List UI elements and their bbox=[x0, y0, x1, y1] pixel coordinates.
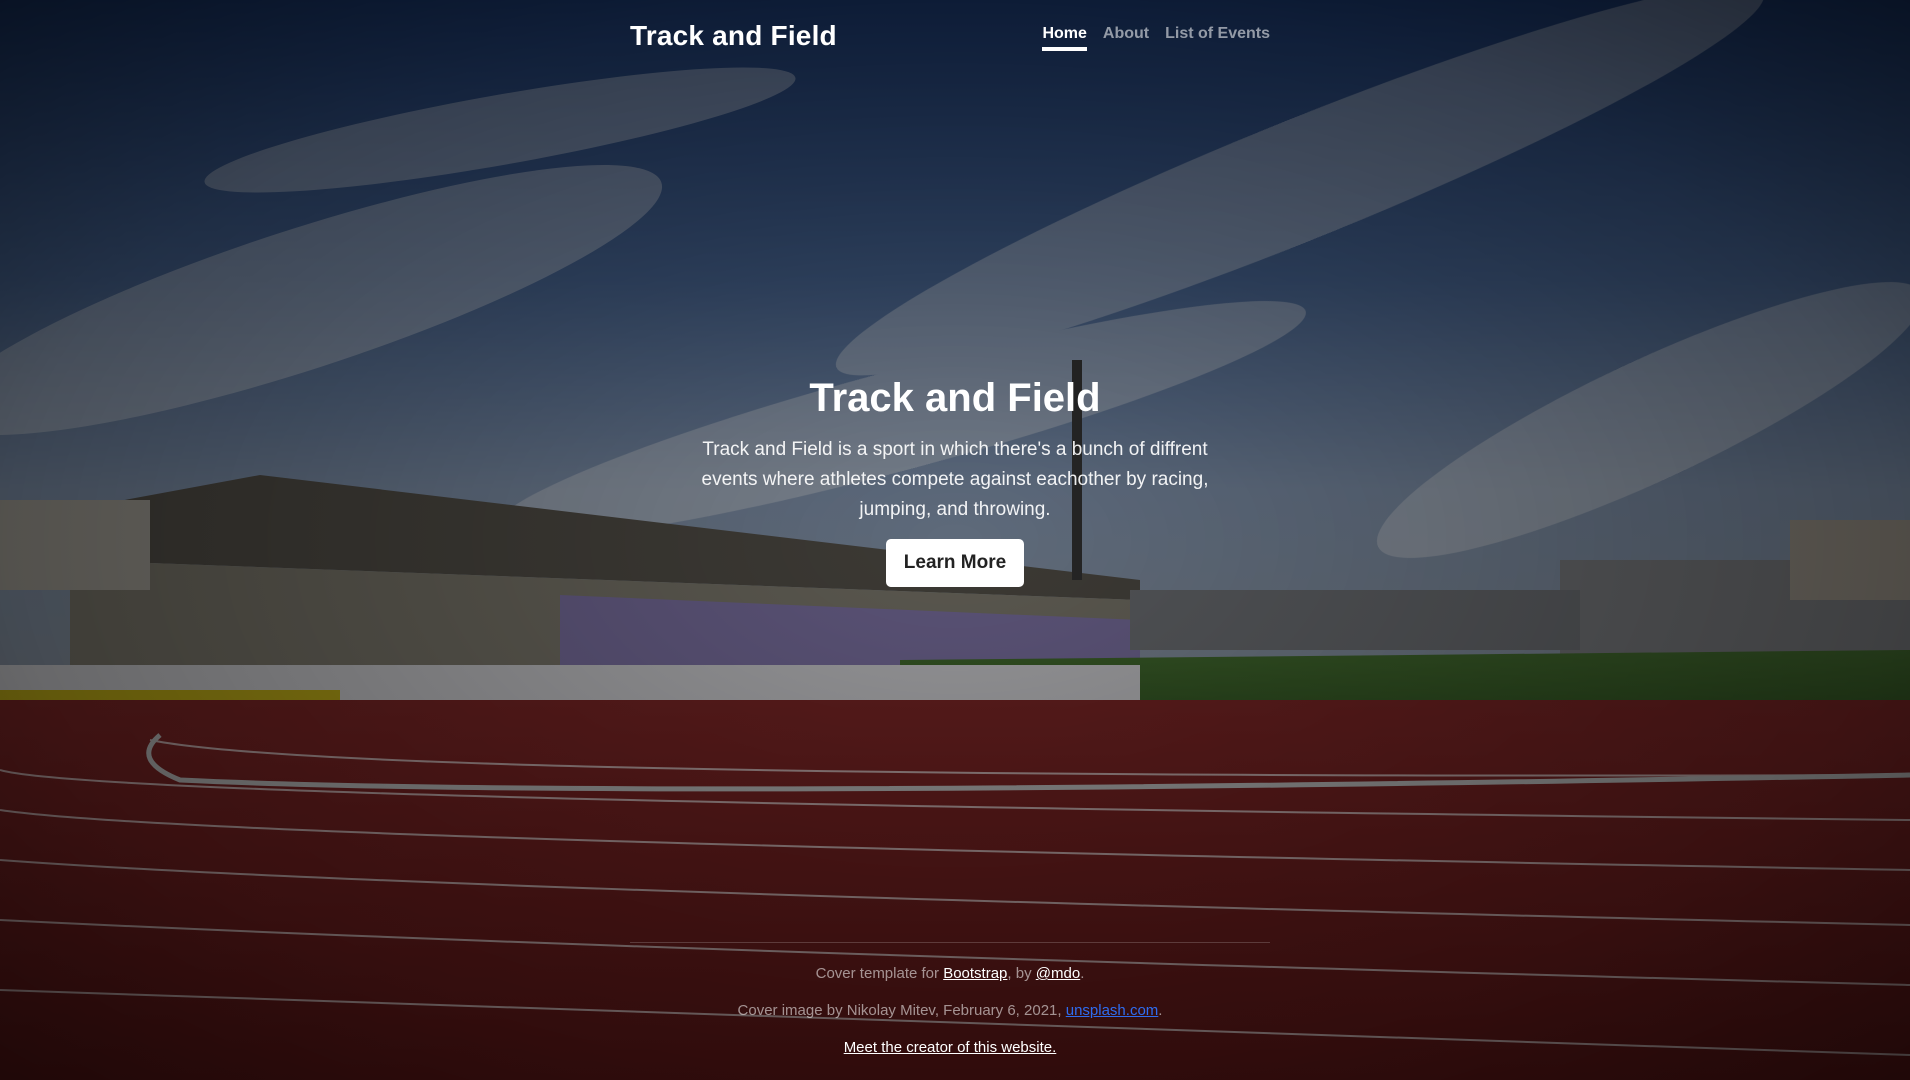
masthead: Track and Field Home About List of Event… bbox=[630, 14, 1270, 58]
mdo-link[interactable]: @mdo bbox=[1036, 965, 1080, 982]
nav-link-home[interactable]: Home bbox=[1042, 21, 1087, 51]
learn-more-button[interactable]: Learn More bbox=[885, 539, 1025, 587]
footer-creator: Meet the creator of this website. bbox=[630, 1019, 1270, 1056]
main-nav: Home About List of Events bbox=[1042, 21, 1270, 51]
footer-image-suffix: . bbox=[1158, 1002, 1163, 1019]
unsplash-link[interactable]: unsplash.com bbox=[1066, 1002, 1159, 1019]
cover-page: Track and Field Home About List of Event… bbox=[0, 0, 1910, 1080]
footer-image-credit: Cover image by Nikolay Mitev, February 6… bbox=[630, 982, 1270, 1019]
nav-link-list-of-events[interactable]: List of Events bbox=[1165, 21, 1270, 51]
footer-template-mid: , by bbox=[1007, 965, 1036, 982]
footer-template-prefix: Cover template for bbox=[815, 965, 944, 982]
footer: Cover template for Bootstrap, by @mdo. C… bbox=[630, 942, 1270, 1056]
footer-template-suffix: . bbox=[1080, 965, 1085, 982]
footer-image-prefix: Cover image by Nikolay Mitev, February 6… bbox=[737, 1002, 1066, 1019]
bootstrap-link[interactable]: Bootstrap bbox=[943, 965, 1007, 982]
hero-section: Track and Field Track and Field is a spo… bbox=[655, 376, 1255, 587]
meet-creator-link[interactable]: Meet the creator of this website. bbox=[844, 1039, 1057, 1056]
site-brand: Track and Field bbox=[630, 20, 837, 51]
hero-lead-text: Track and Field is a sport in which ther… bbox=[701, 439, 1209, 520]
footer-template-credit: Cover template for Bootstrap, by @mdo. bbox=[630, 943, 1270, 982]
hero-title: Track and Field bbox=[809, 376, 1101, 420]
nav-link-about[interactable]: About bbox=[1103, 21, 1149, 51]
